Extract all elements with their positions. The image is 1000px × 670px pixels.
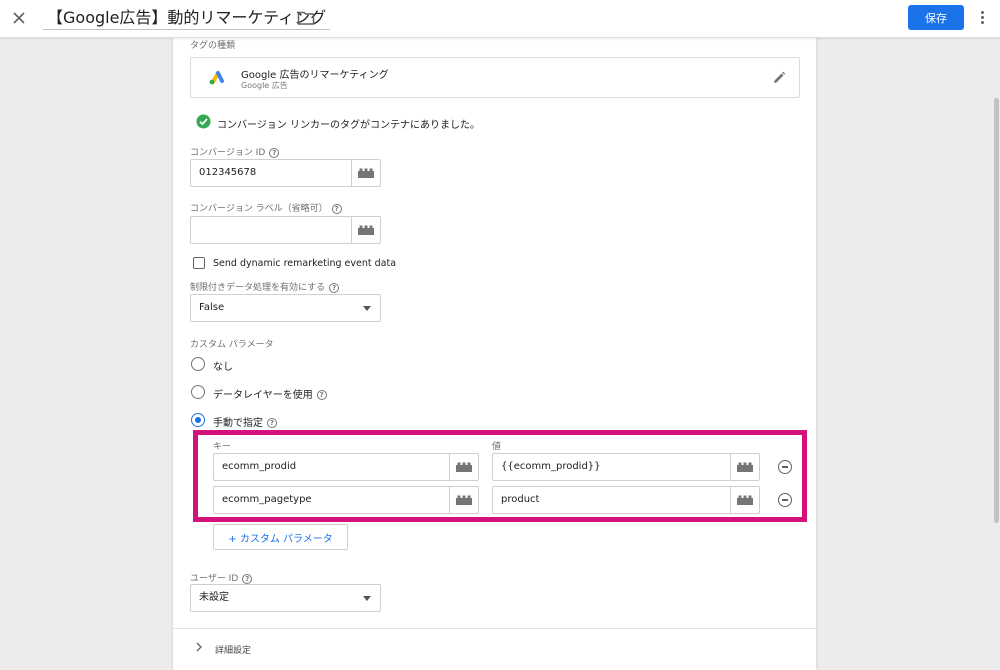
dynamic-remarketing-label: Send dynamic remarketing event data (213, 258, 397, 269)
variable-picker-button[interactable] (351, 160, 380, 186)
conversion-label-label-text: コンバージョン ラベル（省略可） (190, 204, 328, 214)
dropdown-arrow-icon (363, 596, 371, 601)
tag-config-card: タグの種類 Google 広告のリマーケティング Google 広告 コンバージ… (173, 30, 816, 670)
chevron-right-icon[interactable] (195, 642, 203, 652)
tag-title[interactable]: 【Google広告】動的リマーケティング (43, 6, 331, 30)
radio-manual-label: 手動で指定? (213, 414, 277, 429)
param-value-value: {{ecomm_prodid}} (501, 461, 601, 472)
restricted-data-label-text: 制限付きデータ処理を有効にする (190, 283, 326, 293)
key-column-header: キー (213, 442, 232, 452)
add-custom-param-button[interactable]: + カスタム パラメータ (213, 524, 348, 550)
folder-icon[interactable] (297, 10, 315, 26)
google-ads-logo-icon (209, 71, 224, 85)
variable-picker-button[interactable] (449, 454, 478, 480)
value-column-header: 値 (492, 442, 502, 452)
remove-row-icon[interactable] (778, 493, 792, 507)
help-icon[interactable]: ? (329, 282, 340, 293)
variable-brick-icon (456, 495, 472, 505)
help-icon[interactable]: ? (267, 418, 277, 428)
radio-manual[interactable] (191, 413, 205, 427)
user-id-label: ユーザー ID? (190, 571, 253, 584)
close-icon[interactable] (10, 9, 28, 27)
variable-picker-button[interactable] (730, 487, 759, 513)
linker-notice: コンバージョン リンカーのタグがコンテナにありました。 (217, 120, 480, 131)
variable-brick-icon (737, 495, 753, 505)
check-circle-icon (196, 114, 211, 129)
variable-picker-button[interactable] (449, 487, 478, 513)
radio-none[interactable] (191, 357, 205, 371)
tag-type-label: タグの種類 (190, 41, 236, 51)
more-vert-icon[interactable] (977, 9, 987, 27)
param-key-input[interactable]: ecomm_pagetype (213, 486, 479, 514)
edit-pencil-icon[interactable] (771, 70, 787, 86)
conversion-label-label: コンバージョン ラベル（省略可）? (190, 201, 342, 214)
variable-brick-icon (358, 168, 374, 178)
dynamic-remarketing-checkbox[interactable] (193, 257, 205, 269)
variable-picker-button[interactable] (351, 217, 380, 243)
user-id-select[interactable]: 未設定 (190, 584, 381, 612)
restricted-data-select[interactable]: False (190, 294, 381, 322)
remove-row-icon[interactable] (778, 460, 792, 474)
radio-manual-label-text: 手動で指定 (213, 418, 263, 429)
conversion-label-input[interactable] (190, 216, 381, 244)
save-button[interactable]: 保存 (908, 5, 964, 30)
tag-type-selector[interactable]: Google 広告のリマーケティング Google 広告 (190, 57, 800, 98)
help-icon[interactable]: ? (269, 147, 280, 158)
variable-brick-icon (358, 225, 374, 235)
radio-datalayer-label-text: データレイヤーを使用 (213, 390, 313, 401)
conversion-id-label: コンバージョン ID? (190, 145, 280, 158)
tag-type-vendor: Google 広告 (241, 81, 288, 90)
top-bar: 【Google広告】動的リマーケティング 保存 (0, 0, 1000, 38)
param-key-input[interactable]: ecomm_prodid (213, 453, 479, 481)
conversion-id-input[interactable]: 012345678 (190, 159, 381, 187)
section-divider (173, 628, 816, 629)
help-icon[interactable]: ? (331, 203, 342, 214)
user-id-label-text: ユーザー ID (190, 574, 239, 584)
radio-none-label: なし (213, 362, 233, 373)
user-id-value: 未設定 (199, 592, 229, 603)
variable-brick-icon (456, 462, 472, 472)
conversion-id-value: 012345678 (199, 167, 257, 178)
restricted-data-label: 制限付きデータ処理を有効にする? (190, 280, 340, 293)
dropdown-arrow-icon (363, 306, 371, 311)
param-key-value: ecomm_prodid (222, 461, 297, 472)
conversion-id-label-text: コンバージョン ID (190, 148, 266, 158)
advanced-settings-toggle[interactable]: 詳細設定 (215, 643, 251, 656)
help-icon[interactable]: ? (242, 573, 253, 584)
scrollbar-thumb[interactable] (994, 98, 999, 523)
custom-params-label: カスタム パラメータ (190, 340, 274, 350)
help-icon[interactable]: ? (316, 390, 327, 400)
radio-datalayer[interactable] (191, 385, 205, 399)
param-value-input[interactable]: {{ecomm_prodid}} (492, 453, 760, 481)
radio-datalayer-label: データレイヤーを使用? (213, 386, 327, 401)
variable-picker-button[interactable] (730, 454, 759, 480)
param-key-value: ecomm_pagetype (222, 494, 312, 505)
variable-brick-icon (737, 462, 753, 472)
param-value-value: product (501, 494, 540, 505)
restricted-data-value: False (199, 302, 225, 313)
tag-type-name: Google 広告のリマーケティング (241, 70, 389, 81)
param-value-input[interactable]: product (492, 486, 760, 514)
